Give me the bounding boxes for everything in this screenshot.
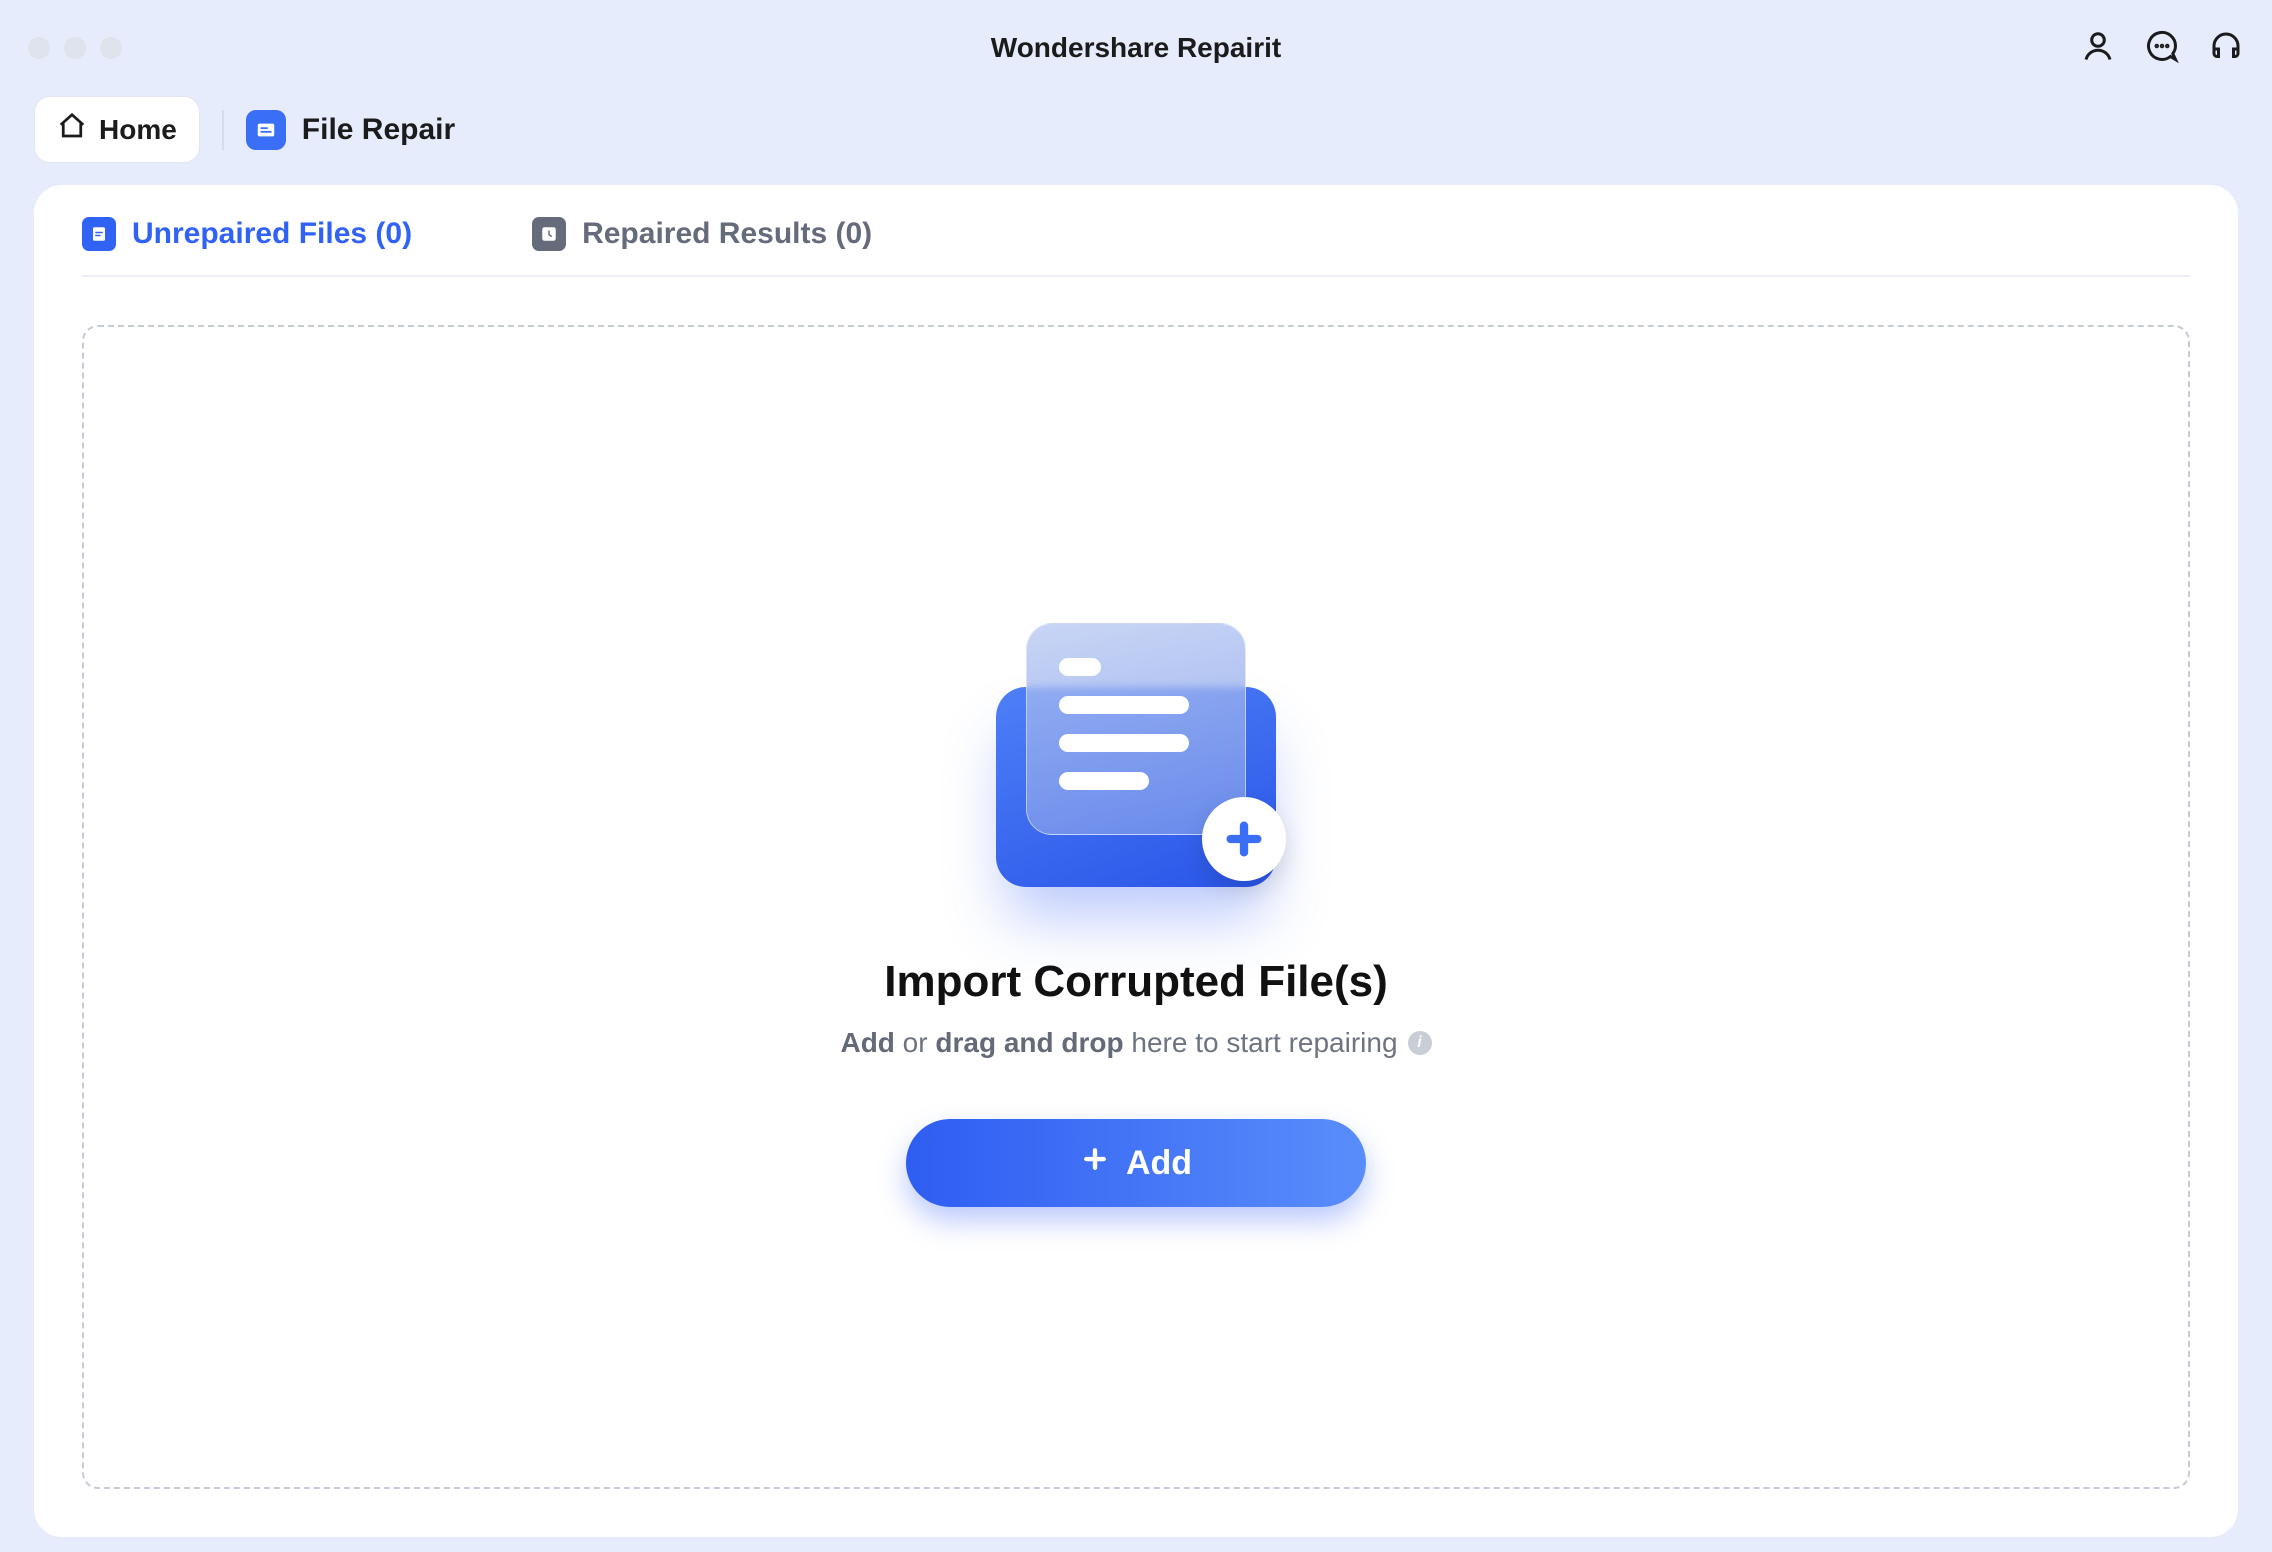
plus-icon: [1080, 1144, 1110, 1183]
add-button[interactable]: Add: [906, 1119, 1366, 1207]
dropzone-heading: Import Corrupted File(s): [884, 957, 1388, 1007]
tab-label: Unrepaired Files (0): [132, 217, 412, 251]
support-icon[interactable]: [2208, 28, 2244, 69]
home-label: Home: [99, 114, 177, 146]
tabs: Unrepaired Files (0) Repaired Results (0…: [82, 217, 2190, 277]
account-icon[interactable]: [2080, 28, 2116, 69]
tab-repaired-results[interactable]: Repaired Results (0): [532, 217, 872, 251]
breadcrumb: Home File Repair: [0, 96, 2272, 185]
breadcrumb-current: File Repair: [246, 110, 455, 150]
import-illustration: [976, 607, 1296, 907]
document-icon: [82, 217, 116, 251]
feedback-icon[interactable]: [2144, 28, 2180, 69]
info-icon[interactable]: i: [1408, 1031, 1432, 1055]
window-zoom[interactable]: [100, 37, 122, 59]
file-repair-icon: [246, 110, 286, 150]
window-close[interactable]: [28, 37, 50, 59]
window-controls: [28, 37, 122, 59]
app-title: Wondershare Repairit: [0, 32, 2272, 64]
main-panel: Unrepaired Files (0) Repaired Results (0…: [34, 185, 2238, 1537]
window-minimize[interactable]: [64, 37, 86, 59]
clock-icon: [532, 217, 566, 251]
tab-label: Repaired Results (0): [582, 217, 872, 251]
home-button[interactable]: Home: [34, 96, 200, 163]
breadcrumb-current-label: File Repair: [302, 113, 455, 147]
home-icon: [57, 111, 87, 148]
dropzone[interactable]: Import Corrupted File(s) Add or drag and…: [82, 325, 2190, 1489]
dropzone-subtext: Add or drag and drop here to start repai…: [840, 1027, 1431, 1059]
add-button-label: Add: [1126, 1144, 1192, 1183]
titlebar: Wondershare Repairit: [0, 0, 2272, 96]
tab-unrepaired-files[interactable]: Unrepaired Files (0): [82, 217, 412, 251]
plus-icon: [1202, 797, 1286, 881]
breadcrumb-separator: [222, 110, 224, 150]
